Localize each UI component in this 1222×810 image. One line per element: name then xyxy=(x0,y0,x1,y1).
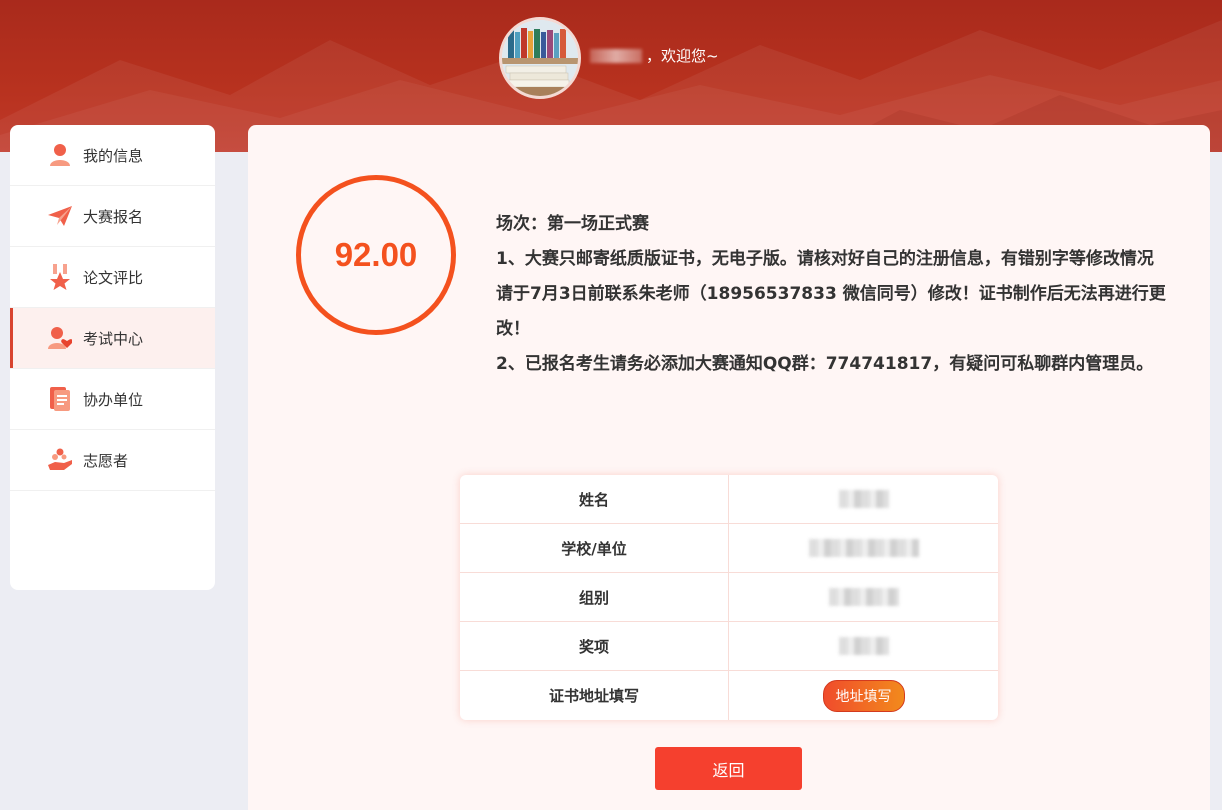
notice-line-1: 1、大赛只邮寄纸质版证书，无电子版。请核对好自己的注册信息，有错别字等修改情况请… xyxy=(496,249,1166,339)
sidebar-item-volunteers[interactable]: 志愿者 xyxy=(10,430,215,491)
row-key-school: 学校/单位 xyxy=(460,524,729,572)
user-heart-icon xyxy=(47,325,73,351)
sidebar-item-label: 考试中心 xyxy=(83,329,144,348)
table-row: 姓名 xyxy=(460,475,998,524)
sidebar-item-label: 论文评比 xyxy=(83,268,144,287)
row-value-school xyxy=(729,524,998,572)
sidebar-item-exam-center[interactable]: 考试中心 xyxy=(10,308,215,369)
row-value-group xyxy=(729,573,998,621)
document-icon xyxy=(47,386,73,412)
session-title: 场次：第一场正式赛 xyxy=(496,214,649,234)
back-button[interactable]: 返回 xyxy=(655,747,802,790)
row-value-name xyxy=(729,475,998,523)
sidebar-item-paper-review[interactable]: 论文评比 xyxy=(10,247,215,308)
sidebar-item-label: 协办单位 xyxy=(83,390,144,409)
username-redacted xyxy=(590,48,642,63)
redacted-value xyxy=(828,588,899,606)
avatar[interactable] xyxy=(499,17,581,99)
row-key-award: 奖项 xyxy=(460,622,729,670)
table-row: 奖项 xyxy=(460,622,998,671)
fill-address-button[interactable]: 地址填写 xyxy=(822,679,905,712)
paper-plane-icon xyxy=(47,203,73,229)
sidebar-item-my-info[interactable]: 我的信息 xyxy=(10,125,215,186)
redacted-value xyxy=(838,637,889,655)
exam-notice: 场次：第一场正式赛 1、大赛只邮寄纸质版证书，无电子版。请核对好自己的注册信息，… xyxy=(496,207,1166,382)
sidebar-item-label: 我的信息 xyxy=(83,146,144,165)
score-value: 92.00 xyxy=(334,236,418,273)
result-info-table: 姓名 学校/单位 组别 奖项 证书地址填写 地址填写 xyxy=(460,475,998,720)
score-circle: 92.00 xyxy=(296,175,456,335)
sidebar-item-registration[interactable]: 大赛报名 xyxy=(10,186,215,247)
welcome-text: ，欢迎您~ xyxy=(646,47,719,65)
row-key-group: 组别 xyxy=(460,573,729,621)
user-icon xyxy=(47,142,73,168)
row-key-name: 姓名 xyxy=(460,475,729,523)
row-key-certificate-address: 证书地址填写 xyxy=(460,671,729,720)
sidebar-item-label: 大赛报名 xyxy=(83,207,144,226)
main-panel: 92.00 场次：第一场正式赛 1、大赛只邮寄纸质版证书，无电子版。请核对好自己… xyxy=(248,125,1210,810)
table-row: 证书地址填写 地址填写 xyxy=(460,671,998,720)
row-value-award xyxy=(729,622,998,670)
table-row: 组别 xyxy=(460,573,998,622)
table-row: 学校/单位 xyxy=(460,524,998,573)
notice-line-2: 2、已报名考生请务必添加大赛通知QQ群：774741817，有疑问可私聊群内管理… xyxy=(496,354,1154,374)
sidebar: 我的信息 大赛报名 论文评比 考试中心 协办单位 志愿者 xyxy=(10,125,215,590)
welcome-message: ，欢迎您~ xyxy=(590,45,719,66)
sidebar-item-co-organizers[interactable]: 协办单位 xyxy=(10,369,215,430)
row-value-certificate-address: 地址填写 xyxy=(729,671,998,720)
redacted-value xyxy=(808,539,919,557)
redacted-value xyxy=(838,490,889,508)
medal-icon xyxy=(47,264,73,290)
sidebar-item-label: 志愿者 xyxy=(83,451,129,470)
hand-heart-icon xyxy=(47,447,73,473)
